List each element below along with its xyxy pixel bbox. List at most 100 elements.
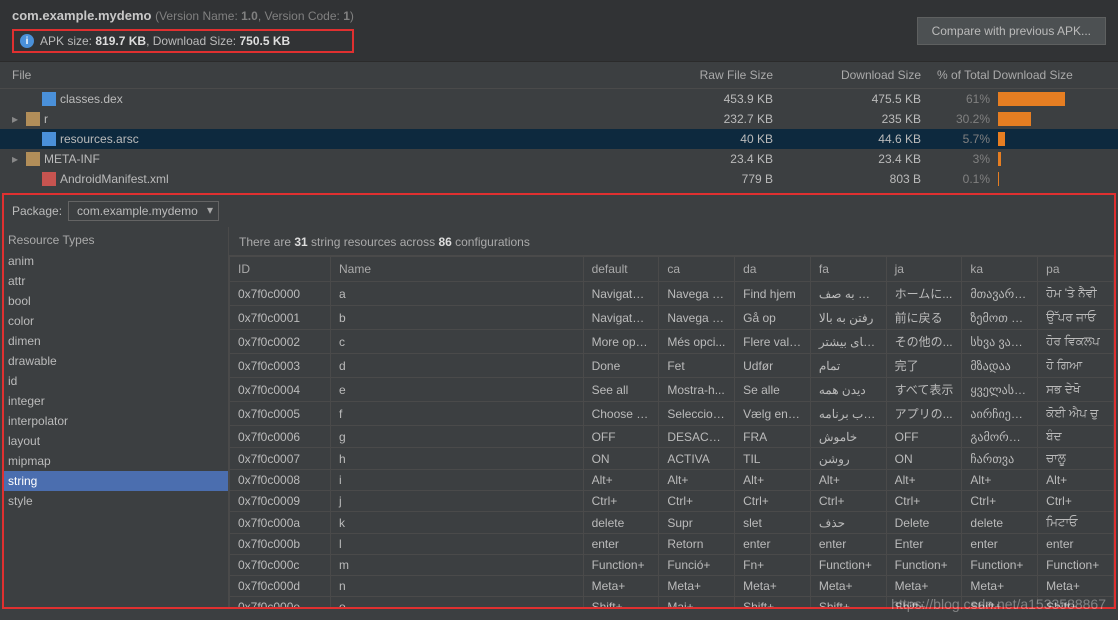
string-id: 0x7f0c0003 — [230, 354, 331, 378]
string-row[interactable]: 0x7f0c000akdeleteSuprsletحذفDeletedelete… — [230, 512, 1114, 534]
string-col-header[interactable]: pa — [1038, 257, 1114, 282]
string-value: TIL — [735, 448, 811, 470]
string-value: تمام — [810, 354, 886, 378]
string-row[interactable]: 0x7f0c0007hONACTIVATILروشنONჩართვაਚਾਲੂ — [230, 448, 1114, 470]
header-left: com.example.mydemo (Version Name: 1.0, V… — [12, 8, 354, 53]
string-value: Find hjem — [735, 282, 811, 306]
string-value: Supr — [659, 512, 735, 534]
expand-arrow-icon[interactable]: ▸ — [12, 152, 22, 166]
string-value: ਉੱਪਰ ਜਾਓ — [1038, 306, 1114, 330]
resource-type-item[interactable]: style — [4, 491, 228, 511]
file-row[interactable]: classes.dex453.9 KB475.5 KB61% — [0, 89, 1118, 109]
string-row[interactable]: 0x7f0c0008iAlt+Alt+Alt+Alt+Alt+Alt+Alt+ — [230, 470, 1114, 491]
raw-size: 453.9 KB — [653, 92, 793, 106]
string-row[interactable]: 0x7f0c000blenterRetornenterenterEnterent… — [230, 534, 1114, 555]
file-row[interactable]: AndroidManifest.xml779 B803 B0.1% — [0, 169, 1118, 189]
resource-types-header: Resource Types — [4, 227, 228, 251]
string-value: すべて表示 — [886, 378, 962, 402]
pct-text: 30.2% — [933, 112, 998, 126]
resource-type-item[interactable]: integer — [4, 391, 228, 411]
string-row[interactable]: 0x7f0c0009jCtrl+Ctrl+Ctrl+Ctrl+Ctrl+Ctrl… — [230, 491, 1114, 512]
string-value: Ctrl+ — [735, 491, 811, 512]
string-id: 0x7f0c000c — [230, 555, 331, 576]
resource-type-item[interactable]: color — [4, 311, 228, 331]
resource-types-panel: Resource Types animattrboolcolordimendra… — [4, 227, 229, 607]
file-row[interactable]: ▸r232.7 KB235 KB30.2% — [0, 109, 1118, 129]
resource-type-item[interactable]: string — [4, 471, 228, 491]
resource-type-item[interactable]: mipmap — [4, 451, 228, 471]
string-value: Shift+ — [1038, 597, 1114, 608]
string-value: پیمایش به صف... — [810, 282, 886, 306]
string-id: 0x7f0c000a — [230, 512, 331, 534]
string-row[interactable]: 0x7f0c0001bNavigate ...Navega c...Gå opر… — [230, 306, 1114, 330]
resource-type-item[interactable]: bool — [4, 291, 228, 311]
resource-type-item[interactable]: drawable — [4, 351, 228, 371]
string-row[interactable]: 0x7f0c000eoShift+Maj+Shift+Shift+Shift+S… — [230, 597, 1114, 608]
string-row[interactable]: 0x7f0c0002cMore opti...Més opci...Flere … — [230, 330, 1114, 354]
resource-type-item[interactable]: attr — [4, 271, 228, 291]
string-value: ACTIVA — [659, 448, 735, 470]
string-name: j — [331, 491, 584, 512]
package-select[interactable]: com.example.mydemo — [68, 201, 219, 221]
compare-button[interactable]: Compare with previous APK... — [917, 17, 1106, 45]
string-name: g — [331, 426, 584, 448]
string-name: m — [331, 555, 584, 576]
string-col-header[interactable]: Name — [331, 257, 584, 282]
string-value: Function+ — [1038, 555, 1114, 576]
resource-type-item[interactable]: interpolator — [4, 411, 228, 431]
string-col-header[interactable]: da — [735, 257, 811, 282]
string-value: Shift+ — [886, 597, 962, 608]
expand-arrow-icon[interactable]: ▸ — [12, 112, 22, 126]
string-row[interactable]: 0x7f0c0003dDoneFetUdførتمام完了მზადააਹੋ ਗਿ… — [230, 354, 1114, 378]
resource-type-item[interactable]: id — [4, 371, 228, 391]
col-file: File — [0, 68, 653, 82]
string-row[interactable]: 0x7f0c0006gOFFDESACTIVAFRAخاموشOFFგამორთ… — [230, 426, 1114, 448]
string-value: Flere valg... — [735, 330, 811, 354]
resource-type-item[interactable]: layout — [4, 431, 228, 451]
string-value: Enter — [886, 534, 962, 555]
file-row[interactable]: resources.arsc40 KB44.6 KB5.7% — [0, 129, 1118, 149]
raw-size: 40 KB — [653, 132, 793, 146]
string-value: Navega a... — [659, 282, 735, 306]
file-row[interactable]: ▸META-INF23.4 KB23.4 KB3% — [0, 149, 1118, 169]
string-value: ਸਭ ਦੇਖੋ — [1038, 378, 1114, 402]
string-name: o — [331, 597, 584, 608]
string-row[interactable]: 0x7f0c0000aNavigate ...Navega a...Find h… — [230, 282, 1114, 306]
string-value: enter — [583, 534, 659, 555]
resource-type-item[interactable]: anim — [4, 251, 228, 271]
resource-type-item[interactable]: dimen — [4, 331, 228, 351]
resource-content: There are 31 string resources across 86 … — [229, 227, 1114, 607]
string-value: Function+ — [886, 555, 962, 576]
col-dl: Download Size — [793, 68, 933, 82]
string-col-header[interactable]: fa — [810, 257, 886, 282]
header: com.example.mydemo (Version Name: 1.0, V… — [0, 0, 1118, 62]
string-value: Alt+ — [659, 470, 735, 491]
raw-size: 779 B — [653, 172, 793, 186]
string-row[interactable]: 0x7f0c0004eSee allMostra-h...Se alleدیدن… — [230, 378, 1114, 402]
string-value: ਕੋਈ ਐਪ ਚੁ — [1038, 402, 1114, 426]
string-row[interactable]: 0x7f0c0005fChoose a...Seleccion...Vælg e… — [230, 402, 1114, 426]
raw-size: 23.4 KB — [653, 152, 793, 166]
string-value: Ctrl+ — [1038, 491, 1114, 512]
dl-size: 44.6 KB — [793, 132, 933, 146]
string-value: ਮਿਟਾਓ — [1038, 512, 1114, 534]
string-col-header[interactable]: ID — [230, 257, 331, 282]
string-value: Function+ — [583, 555, 659, 576]
string-value: აირჩიეთ ა... — [962, 402, 1038, 426]
string-col-header[interactable]: ca — [659, 257, 735, 282]
string-value: See all — [583, 378, 659, 402]
string-value: Alt+ — [962, 470, 1038, 491]
string-row[interactable]: 0x7f0c000cmFunction+Funció+Fn+Function+F… — [230, 555, 1114, 576]
string-col-header[interactable]: default — [583, 257, 659, 282]
string-col-header[interactable]: ja — [886, 257, 962, 282]
pct-text: 5.7% — [933, 132, 998, 146]
string-row[interactable]: 0x7f0c000dnMeta+Meta+Meta+Meta+Meta+Meta… — [230, 576, 1114, 597]
string-name: d — [331, 354, 584, 378]
string-value: アプリの... — [886, 402, 962, 426]
file-rows: classes.dex453.9 KB475.5 KB61%▸r232.7 KB… — [0, 89, 1118, 189]
string-col-header[interactable]: ka — [962, 257, 1038, 282]
string-value: delete — [583, 512, 659, 534]
string-value: Delete — [886, 512, 962, 534]
string-value: ਬੰਦ — [1038, 426, 1114, 448]
string-value: Function+ — [810, 555, 886, 576]
